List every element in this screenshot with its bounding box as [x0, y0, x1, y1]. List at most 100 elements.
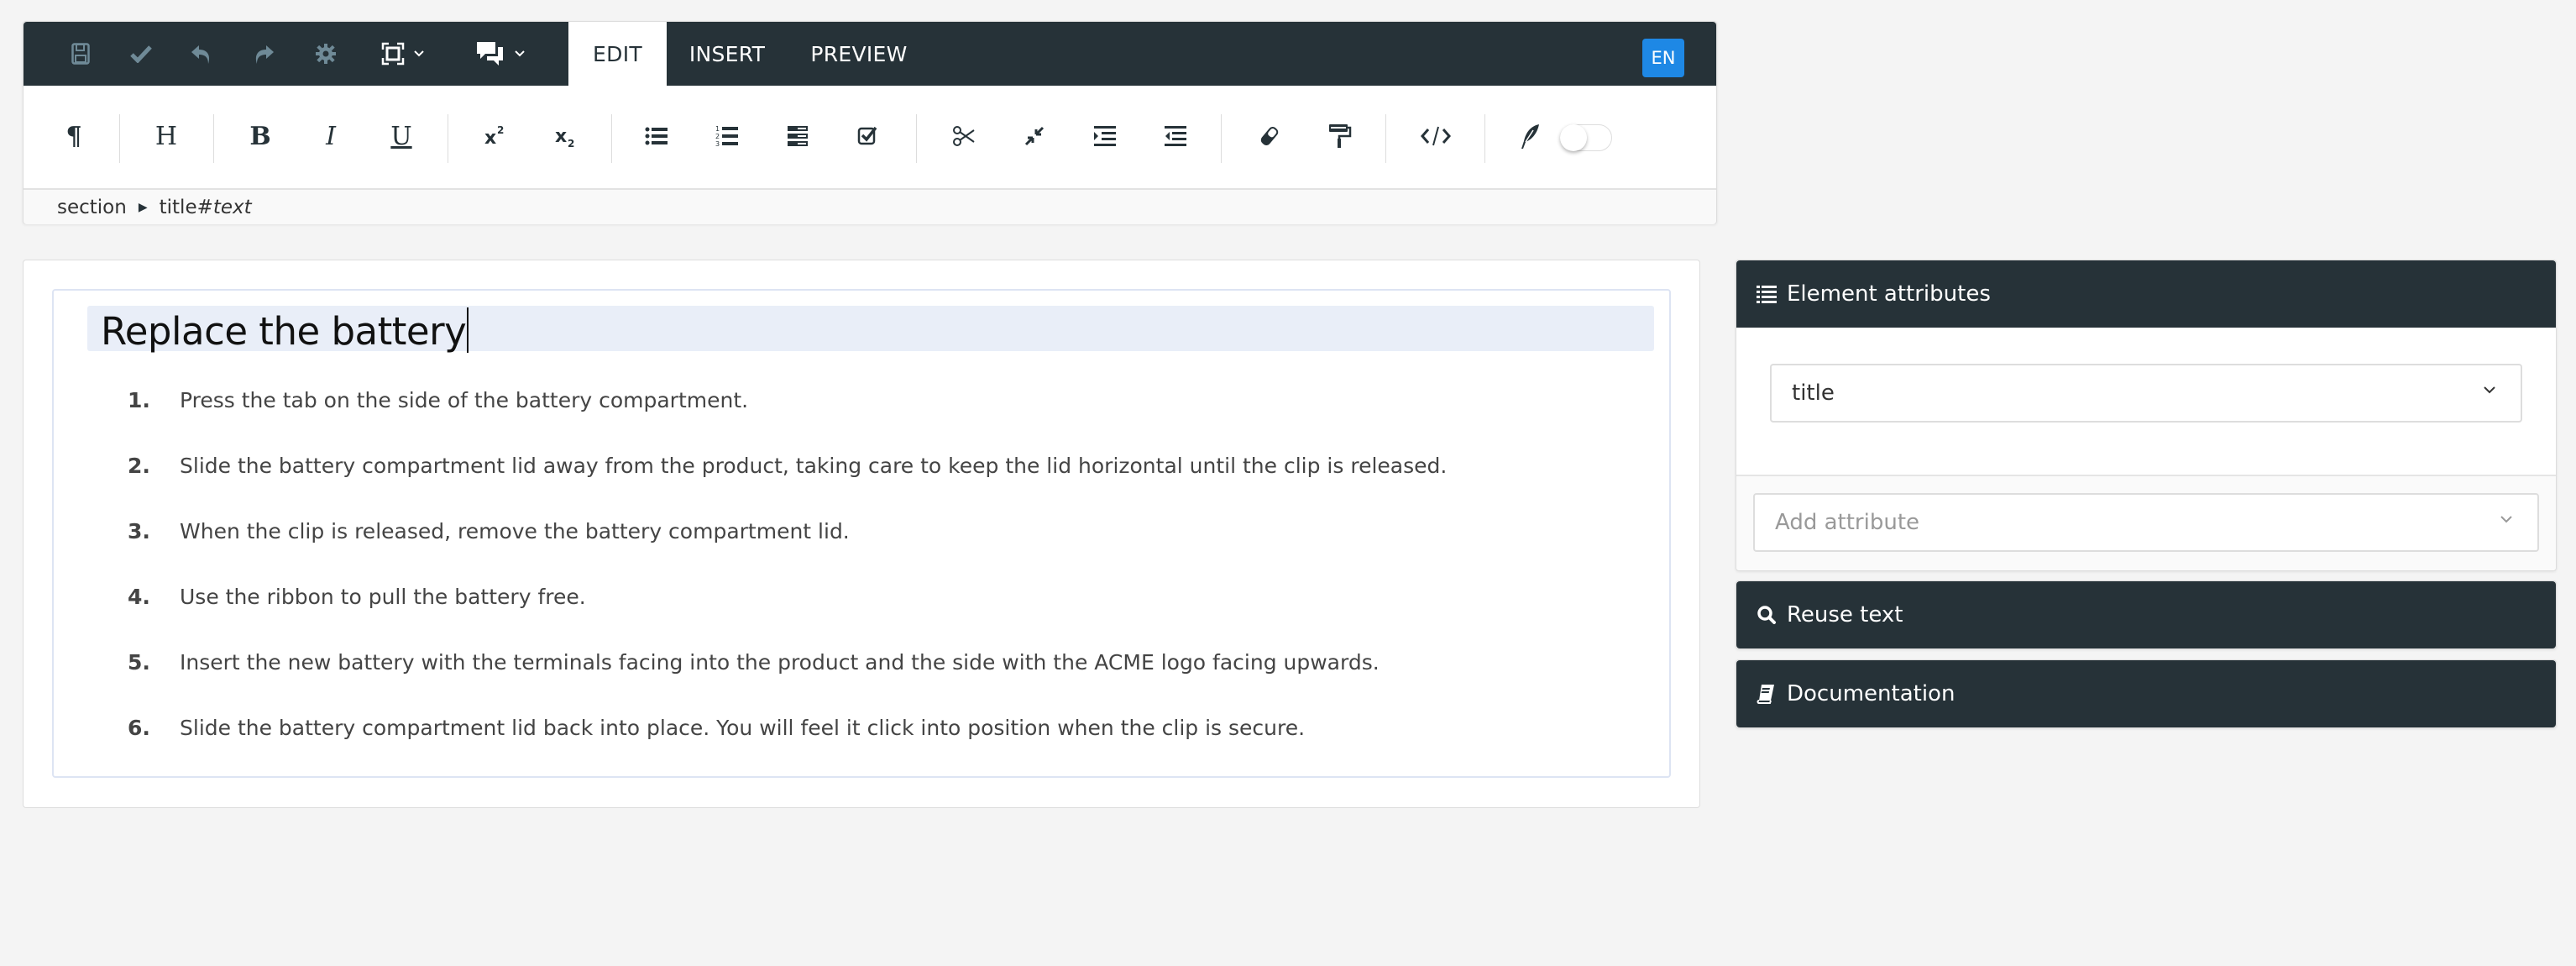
step-text[interactable]: Insert the new battery with the terminal… [180, 650, 1380, 675]
element-attributes-panel: Element attributes title Add attribute [1736, 260, 2557, 571]
source-code-button[interactable] [1416, 116, 1456, 156]
toolbar-divider [119, 114, 120, 163]
eraser-icon [1260, 126, 1279, 146]
language-button[interactable]: EN [1642, 39, 1684, 77]
definition-list-button[interactable] [778, 116, 818, 156]
step-number: 6. [128, 715, 150, 740]
paint-roller-icon [1329, 124, 1352, 148]
bold-button[interactable]: B [240, 116, 280, 156]
undo-button[interactable] [181, 22, 222, 86]
add-attribute-select[interactable]: Add attribute [1753, 493, 2539, 552]
step-number: 5. [128, 649, 150, 675]
toolbar-divider [916, 114, 917, 163]
validate-button[interactable] [121, 22, 161, 86]
svg-text:2: 2 [497, 124, 504, 136]
step-text[interactable]: Slide the battery compartment lid away f… [180, 454, 1447, 478]
toolbar-divider [611, 114, 612, 163]
chevron-down-icon [414, 50, 424, 57]
redo-icon [255, 45, 274, 64]
step-number: 3. [128, 518, 150, 543]
fullscreen-dropdown[interactable] [369, 22, 437, 86]
title-text[interactable]: Replace the battery [101, 309, 467, 354]
editor-frame: EDIT INSERT PREVIEW EN ¶ H B I U x2 x2 1… [23, 21, 1717, 224]
documentation-title: Documentation [1787, 681, 1956, 706]
formatting-toolbar: ¶ H B I U x2 x2 123 [24, 86, 1716, 188]
heading-button[interactable]: H [146, 116, 186, 156]
split-button[interactable] [944, 116, 984, 156]
list-icon [1757, 285, 1778, 303]
element-select[interactable]: title [1770, 364, 2522, 423]
document-title[interactable]: Replace the battery [101, 307, 469, 353]
code-icon [1421, 126, 1451, 146]
reuse-text-header[interactable]: Reuse text [1736, 581, 2556, 648]
clear-formatting-button[interactable] [1249, 116, 1290, 156]
caret-right-icon: ▶ [138, 200, 148, 214]
breadcrumb-item-section[interactable]: section [57, 197, 127, 218]
toolbar-divider [1385, 114, 1386, 163]
compress-icon [1024, 126, 1045, 146]
settings-button[interactable] [306, 22, 346, 86]
gear-icon [316, 44, 336, 64]
top-bar: EDIT INSERT PREVIEW EN [24, 22, 1716, 87]
outdent-icon [1165, 126, 1186, 146]
comments-icon [477, 42, 503, 66]
feather-icon [1521, 124, 1539, 149]
checklist-button[interactable] [848, 116, 888, 156]
numbered-list-button[interactable]: 123 [707, 116, 747, 156]
subscript-button[interactable]: x2 [546, 116, 586, 156]
indent-button[interactable] [1085, 116, 1125, 156]
paragraph-button[interactable]: ¶ [54, 116, 94, 156]
save-button[interactable] [60, 22, 101, 86]
svg-text:2: 2 [568, 138, 574, 149]
tab-edit[interactable]: EDIT [568, 22, 667, 87]
step-text[interactable]: Use the ribbon to pull the battery free. [180, 585, 586, 609]
outdent-button[interactable] [1155, 116, 1196, 156]
breadcrumb: section ▶ title#text [24, 188, 1716, 224]
superscript-icon: x2 [484, 124, 504, 149]
checklist-icon [857, 126, 877, 145]
breadcrumb-node-type: text [212, 196, 252, 218]
breadcrumb-hash: # [196, 196, 213, 218]
writing-mode-toggle[interactable] [1560, 124, 1612, 151]
tab-preview[interactable]: PREVIEW [788, 22, 930, 87]
text-cursor [467, 307, 469, 353]
fullscreen-icon [381, 42, 405, 66]
documentation-panel[interactable]: Documentation [1736, 659, 2557, 728]
format-painter-button[interactable] [1320, 116, 1360, 156]
bulleted-list-icon [645, 127, 668, 145]
breadcrumb-element: title [159, 196, 197, 218]
reuse-text-title: Reuse text [1787, 602, 1903, 627]
tab-insert[interactable]: INSERT [667, 22, 788, 87]
title-block[interactable]: Replace the battery [87, 306, 1654, 353]
documentation-header[interactable]: Documentation [1736, 660, 2556, 727]
chevron-down-icon [515, 50, 525, 57]
numbered-list-icon: 123 [715, 125, 738, 148]
writing-mode-button[interactable] [1510, 116, 1550, 156]
check-icon [130, 45, 152, 63]
definition-list-icon [788, 126, 808, 146]
comments-dropdown[interactable] [467, 22, 534, 86]
indent-icon [1094, 126, 1116, 146]
redo-button[interactable] [243, 22, 284, 86]
step-text[interactable]: Slide the battery compartment lid back i… [180, 716, 1305, 740]
svg-text:x: x [555, 126, 567, 147]
reuse-text-panel[interactable]: Reuse text [1736, 580, 2557, 649]
join-button[interactable] [1014, 116, 1055, 156]
svg-text:3: 3 [715, 140, 720, 148]
document-panel: Replace the battery 1. Press the tab on t… [23, 260, 1700, 808]
step-text[interactable]: Press the tab on the side of the battery… [180, 388, 748, 412]
breadcrumb-item-title[interactable]: title#text [160, 197, 252, 218]
bulleted-list-button[interactable] [636, 116, 677, 156]
add-attribute-placeholder: Add attribute [1775, 510, 1920, 535]
subscript-icon: x2 [555, 126, 574, 149]
save-icon [71, 43, 90, 65]
scissors-icon [953, 126, 975, 146]
underline-button[interactable]: U [381, 116, 421, 156]
superscript-button[interactable]: x2 [475, 116, 516, 156]
chevron-down-icon [2500, 516, 2512, 523]
section-block[interactable]: Replace the battery 1. Press the tab on t… [52, 289, 1671, 778]
step-text[interactable]: When the clip is released, remove the ba… [180, 519, 850, 543]
italic-button[interactable]: I [311, 116, 351, 156]
chevron-down-icon [2484, 386, 2495, 394]
element-attributes-header[interactable]: Element attributes [1736, 260, 2556, 328]
